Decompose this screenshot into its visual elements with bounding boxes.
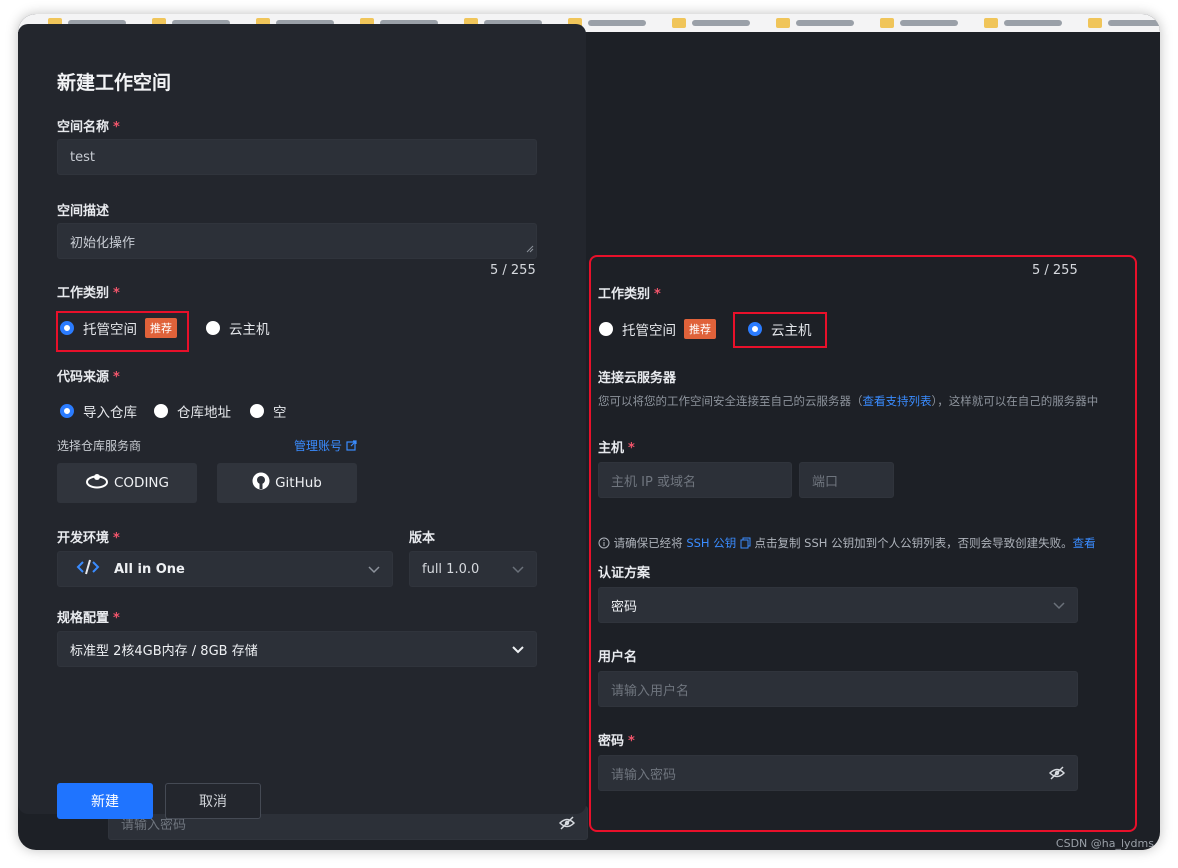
spec-select[interactable]: 标准型 2核4GB内存 / 8GB 存储 (57, 631, 537, 667)
folder-icon (776, 18, 790, 28)
create-button[interactable]: 新建 (57, 783, 153, 819)
option-label: 导入仓库 (83, 405, 137, 421)
recommended-badge: 推荐 (684, 319, 716, 339)
code-source-option-import[interactable]: 导入仓库 (60, 401, 137, 421)
external-link-icon (346, 439, 357, 453)
work-type-option-cloud-host[interactable]: 云主机 (206, 318, 270, 338)
provider-github-button[interactable]: GitHub (217, 463, 357, 503)
space-name-input[interactable]: test (57, 139, 537, 175)
chevron-down-icon (512, 563, 524, 577)
provider-label: CODING (114, 475, 169, 491)
work-type-option-hosted[interactable]: 托管空间 推荐 (599, 319, 716, 339)
desc-char-counter: 5 / 255 (1032, 263, 1078, 278)
new-workspace-dialog: 新建工作空间 空间名称 * test 空间描述 初始化操作 5 / 255 工作类… (18, 24, 586, 819)
radio-selected-icon (60, 404, 74, 418)
option-label: 仓库地址 (177, 405, 231, 421)
username-label: 用户名 (598, 650, 638, 665)
eye-off-icon[interactable] (1048, 765, 1066, 785)
space-desc-textarea[interactable]: 初始化操作 (57, 223, 537, 259)
auth-scheme-select[interactable]: 密码 (598, 587, 1078, 623)
work-type-label: 工作类别 * (57, 286, 120, 301)
password-label: 密码 * (598, 734, 635, 749)
manage-account-link[interactable]: 管理账号 (294, 437, 357, 454)
option-label: 云主机 (771, 323, 812, 339)
username-input[interactable]: 请输入用户名 (598, 671, 1078, 707)
folder-icon (672, 18, 686, 28)
radio-unselected-icon (599, 322, 613, 336)
bookmark-item[interactable] (984, 18, 1062, 28)
copy-icon[interactable] (740, 536, 751, 550)
provider-label: GitHub (275, 475, 322, 491)
folder-icon (1088, 18, 1102, 28)
code-source-option-url[interactable]: 仓库地址 (154, 401, 231, 421)
code-icon (76, 559, 100, 579)
port-input[interactable]: 端口 (799, 462, 894, 498)
chevron-down-icon (1053, 599, 1065, 613)
dev-env-value: All in One (114, 561, 185, 577)
space-name-label: 空间名称 * (57, 120, 120, 135)
option-label: 空 (273, 405, 287, 421)
support-list-link[interactable]: 查看支持列表 (863, 394, 932, 408)
connect-server-title: 连接云服务器 (598, 371, 677, 386)
chevron-down-icon (368, 563, 380, 577)
password-input[interactable]: 请输入密码 (598, 755, 1078, 791)
desc-char-counter: 5 / 255 (490, 263, 536, 278)
option-label: 云主机 (229, 322, 270, 338)
radio-selected-icon (60, 321, 74, 335)
bookmark-item[interactable] (880, 18, 958, 28)
bookmark-item[interactable] (672, 18, 750, 28)
host-label: 主机 * (598, 441, 635, 456)
dev-env-select[interactable]: All in One (57, 551, 393, 587)
space-desc-value: 初始化操作 (70, 235, 136, 251)
spec-value: 标准型 2核4GB内存 / 8GB 存储 (70, 643, 258, 659)
code-source-option-empty[interactable]: 空 (250, 401, 287, 421)
repo-provider-label: 选择仓库服务商 (57, 439, 142, 453)
coding-logo-icon (85, 473, 109, 493)
auth-scheme-value: 密码 (611, 599, 638, 615)
watermark: CSDN @ha_lydms (1055, 837, 1154, 850)
bookmark-item[interactable] (776, 18, 854, 28)
radio-unselected-icon (154, 404, 168, 418)
option-label: 托管空间 (83, 322, 137, 338)
dialog-title: 新建工作空间 (57, 72, 172, 94)
code-source-label: 代码来源 * (57, 370, 120, 385)
password-placeholder: 请输入密码 (611, 767, 677, 783)
info-icon (598, 536, 610, 550)
radio-selected-icon (748, 322, 762, 336)
work-type-option-hosted[interactable]: 托管空间 推荐 (60, 318, 177, 338)
app-window: 请输入密码 新建工作空间 空间名称 * test 空间描述 初始化操作 5 / 2… (18, 14, 1160, 850)
provider-coding-button[interactable]: CODING (57, 463, 197, 503)
resize-handle-icon[interactable] (526, 242, 534, 257)
bookmark-item[interactable] (1088, 18, 1160, 28)
version-select[interactable]: full 1.0.0 (409, 551, 537, 587)
chevron-down-icon (512, 643, 524, 657)
work-type-option-cloud-host[interactable]: 云主机 (748, 319, 812, 339)
ssh-key-note: 请确保已经将 SSH 公钥 点击复制 SSH 公钥加到个人公钥列表，否则会导致创… (598, 535, 1096, 551)
eye-off-icon[interactable] (558, 815, 576, 835)
ssh-key-link[interactable]: SSH 公钥 (686, 536, 736, 550)
view-link[interactable]: 查看 (1073, 536, 1096, 550)
radio-unselected-icon (250, 404, 264, 418)
github-logo-icon (252, 472, 270, 494)
connect-server-hint: 您可以将您的工作空间安全连接至自己的云服务器（查看支持列表），这样就可以在自己的… (598, 394, 1099, 408)
cancel-button[interactable]: 取消 (165, 783, 261, 819)
space-desc-label: 空间描述 (57, 204, 110, 219)
host-input[interactable]: 主机 IP 或域名 (598, 462, 792, 498)
version-label: 版本 (409, 531, 436, 546)
folder-icon (880, 18, 894, 28)
recommended-badge: 推荐 (145, 318, 177, 338)
work-type-label: 工作类别 * (598, 287, 661, 302)
folder-icon (984, 18, 998, 28)
version-value: full 1.0.0 (422, 561, 480, 577)
dev-env-label: 开发环境 * (57, 531, 120, 546)
spec-label: 规格配置 * (57, 611, 120, 626)
option-label: 托管空间 (622, 323, 676, 339)
auth-scheme-label: 认证方案 (598, 566, 651, 581)
radio-unselected-icon (206, 321, 220, 335)
